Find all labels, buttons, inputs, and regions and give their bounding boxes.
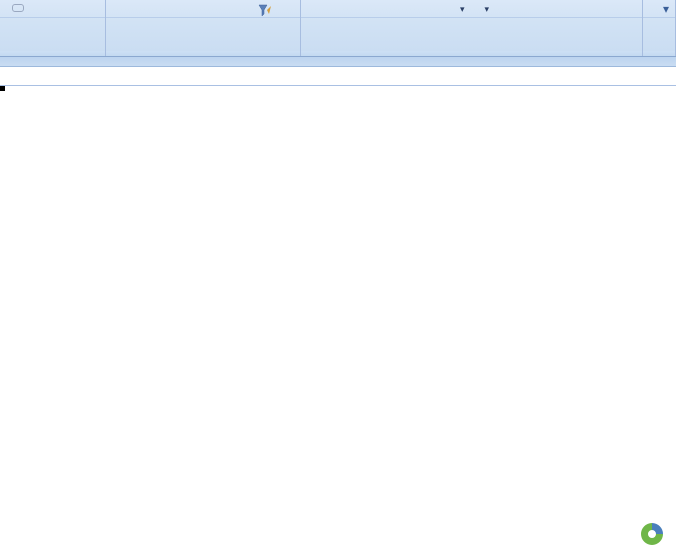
watermark-logo-icon: [638, 520, 666, 548]
group-label-sort-filter: [106, 51, 300, 56]
data-validation-button[interactable]: ▾: [475, 2, 494, 17]
chevron-down-icon[interactable]: ▾: [663, 2, 669, 16]
fill-handle[interactable]: [0, 86, 5, 91]
ribbon: ▾ ▾ ▾: [0, 0, 676, 57]
column-headers: [0, 67, 676, 86]
ribbon-bottom-strip: [0, 57, 676, 67]
funnel-pen-icon: [258, 4, 272, 18]
group-label-data-tools: [301, 51, 642, 56]
chevron-down-icon: ▾: [485, 4, 490, 15]
link-icon: [12, 4, 24, 12]
remove-duplicates-button[interactable]: ▾: [450, 2, 469, 17]
edit-links-button[interactable]: [8, 2, 32, 14]
ribbon-group-data-tools: ▾ ▾: [301, 0, 643, 56]
group-label-outline: [643, 51, 675, 56]
watermark: [638, 520, 670, 546]
ribbon-group-sort-filter: [106, 0, 301, 56]
spreadsheet-area[interactable]: [0, 67, 676, 86]
ribbon-group-outline: ▾: [643, 0, 676, 56]
group-label-connections: [0, 51, 105, 56]
ribbon-group-connections: [0, 0, 106, 56]
chevron-down-icon: ▾: [460, 4, 465, 15]
active-cell-outline: [0, 86, 4, 90]
